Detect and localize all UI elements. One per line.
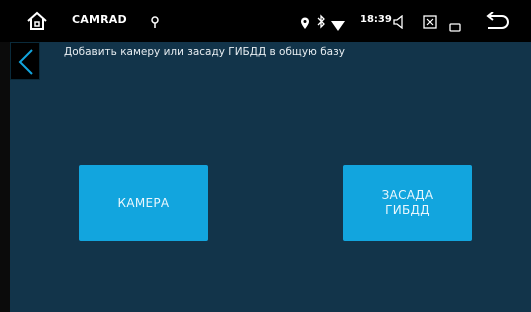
add-ambush-button[interactable]: ЗАСАДА ГИБДД [343, 165, 472, 241]
bluetooth-icon [316, 14, 326, 29]
add-camera-button[interactable]: КАМЕРА [79, 165, 208, 241]
status-bar: CAMRAD 18:39 [0, 0, 531, 42]
home-icon[interactable] [26, 10, 48, 32]
add-ambush-button-label-line1: ЗАСАДА [381, 188, 434, 202]
clock: 18:39 [360, 14, 392, 25]
page-title: Добавить камеру или засаду ГИБДД в общую… [64, 46, 345, 58]
back-button[interactable] [10, 42, 40, 80]
window-icon[interactable] [449, 17, 461, 32]
app-title: CAMRAD [72, 13, 127, 26]
gps-icon [150, 14, 160, 28]
system-back-icon[interactable] [484, 11, 510, 32]
add-camera-button-label: КАМЕРА [117, 195, 170, 210]
location-icon [300, 15, 310, 29]
volume-icon[interactable] [393, 14, 407, 30]
wifi-icon [331, 16, 345, 31]
image-icon[interactable] [423, 14, 437, 29]
add-ambush-button-label-line2: ГИБДД [385, 203, 430, 217]
